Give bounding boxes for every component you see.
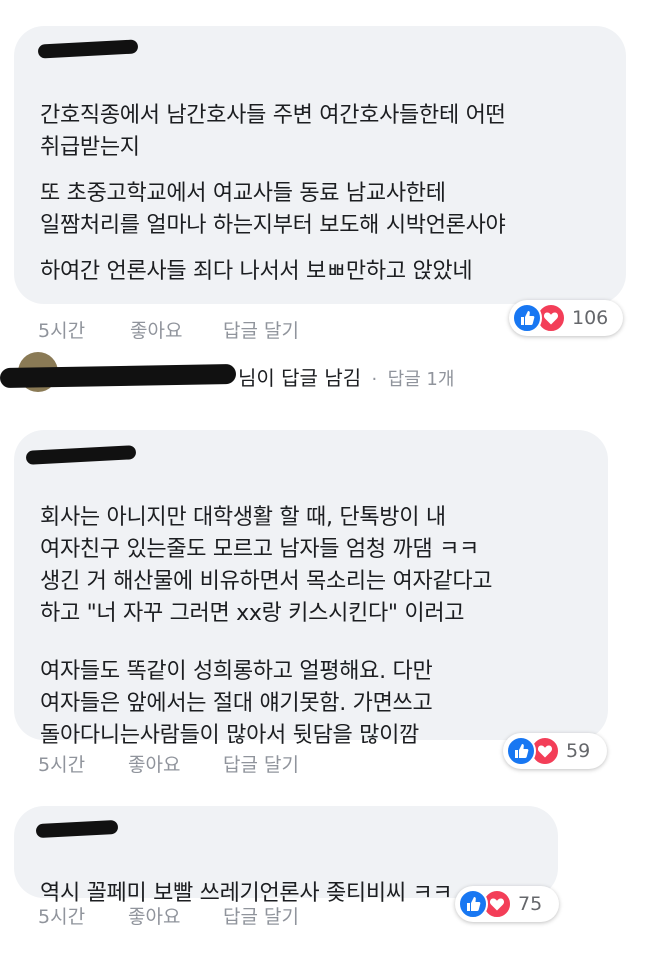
comment-text-1: 간호직종에서 남간호사들 주변 여간호사들한테 어떤취급받는지또 초중고학교에서… bbox=[40, 68, 506, 320]
timestamp: 5시간 bbox=[38, 754, 86, 776]
comment-line bbox=[40, 242, 505, 256]
comment-line: 하고 "너 자꾸 그러면 xx랑 키스시킨다" 이러고 bbox=[40, 601, 465, 626]
timestamp: 5시간 bbox=[38, 320, 86, 342]
like-link[interactable]: 좋아요 bbox=[130, 316, 182, 343]
timestamp: 5시간 bbox=[38, 906, 86, 928]
reaction-count: 106 bbox=[572, 307, 609, 329]
reply-link[interactable]: 답글 달기 bbox=[223, 902, 299, 929]
comment-line: 여자들도 똑같이 성희롱하고 얼평해요. 다만 bbox=[40, 659, 433, 684]
thumbs-up-icon bbox=[506, 736, 536, 766]
thumbs-up-icon bbox=[458, 889, 488, 919]
comment-line bbox=[40, 630, 492, 656]
reply-link[interactable]: 답글 달기 bbox=[223, 316, 299, 343]
separator: · bbox=[371, 369, 378, 390]
like-link[interactable]: 좋아요 bbox=[128, 902, 180, 929]
comment-line: 돌아다니는사람들이 많아서 뒷담을 많이깜 bbox=[40, 723, 420, 748]
view-replies-link[interactable]: 님이 답글 남김 · 답글 1개 bbox=[238, 362, 454, 391]
comment-line: 회사는 아니지만 대학생활 할 때, 단톡방이 내 bbox=[40, 505, 446, 530]
reaction-summary-3[interactable]: 75 bbox=[455, 886, 559, 922]
comment-line: 생긴 거 해산물에 비유하면서 목소리는 여자같다고 bbox=[40, 569, 493, 594]
comment-text-2: 회사는 아니지만 대학생활 할 때, 단톡방이 내여자친구 있는줄도 모르고 남… bbox=[40, 470, 493, 784]
reaction-summary-1[interactable]: 106 bbox=[509, 300, 623, 336]
comment-line: 또 초중고학교에서 여교사들 동료 남교사한테 bbox=[40, 181, 446, 206]
like-link[interactable]: 좋아요 bbox=[128, 750, 180, 777]
comment-line: 취급받는지 bbox=[40, 135, 140, 160]
reply-summary-text: 님이 답글 남김 bbox=[238, 366, 362, 390]
replier-name-redacted bbox=[0, 363, 237, 389]
comment-line bbox=[40, 164, 505, 178]
comment-line: 여자들은 앞에서는 절대 얘기못함. 가면쓰고 bbox=[40, 691, 433, 716]
reply-link[interactable]: 답글 달기 bbox=[223, 750, 299, 777]
reaction-count: 59 bbox=[566, 740, 591, 762]
reaction-summary-2[interactable]: 59 bbox=[503, 733, 607, 769]
comment-line: 여자친구 있는줄도 모르고 남자들 엄청 까댐 ㅋㅋ bbox=[40, 537, 479, 562]
comment-line: 간호직종에서 남간호사들 주변 여간호사들한테 어떤 bbox=[40, 103, 506, 128]
comment-line: 하여간 언론사들 죄다 나서서 보ㅃ만하고 앉았네 bbox=[40, 259, 473, 284]
comment-line: 일짬처리를 얼마나 하는지부터 보도해 시박언론사야 bbox=[40, 213, 506, 238]
thumbs-up-icon bbox=[512, 303, 542, 333]
reaction-count: 75 bbox=[518, 893, 543, 915]
reply-count: 답글 1개 bbox=[387, 369, 455, 390]
